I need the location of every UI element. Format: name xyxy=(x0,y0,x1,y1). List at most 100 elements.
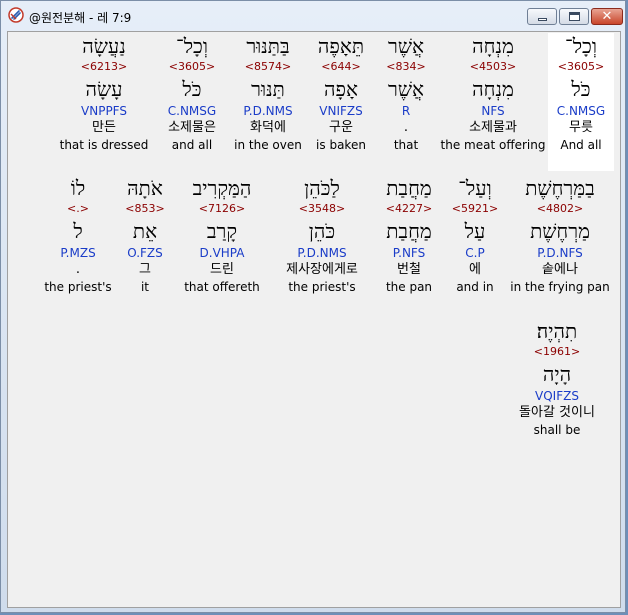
english-gloss: in the frying pan xyxy=(510,280,610,294)
hebrew-word: נַעֲשָׂה xyxy=(82,34,126,58)
maximize-button[interactable] xyxy=(559,8,589,25)
strong-number: <4802> xyxy=(536,202,584,215)
korean-gloss: 소제물과 xyxy=(469,120,517,135)
korean-gloss: 만든 xyxy=(92,120,116,135)
morphology-code: P.NFS xyxy=(392,246,426,260)
english-gloss: the meat offering xyxy=(440,138,546,152)
hebrew-word: לוֹ xyxy=(70,176,86,200)
lemma: מַחֲבַת xyxy=(386,219,432,243)
lemma: קָרַב xyxy=(206,219,238,243)
english-gloss: that is dressed xyxy=(59,138,149,152)
strong-number: <834> xyxy=(386,60,426,73)
bible-app-icon xyxy=(8,7,24,23)
title-bar[interactable]: @원전분해 - 레 7:9 ✕ xyxy=(1,1,627,31)
korean-gloss: 솥에나 xyxy=(542,262,578,277)
word-card[interactable]: נַעֲשָׂה <6213> עָשָׂה VNPPFS 만든 that is… xyxy=(54,33,154,153)
korean-gloss: 구운 xyxy=(329,120,353,135)
word-card[interactable]: מִנְחָה <4503> מִנְחָה NFS 소제물과 the meat… xyxy=(440,33,546,153)
word-card[interactable]: בַמַּרְחֶשֶׁת <4802> מַרְחֶשֶׁת P.D.NFS … xyxy=(504,175,616,295)
english-gloss: shall be xyxy=(533,423,581,437)
morphology-code: VNPPFS xyxy=(81,104,127,118)
word-card[interactable]: הַמַּקְרִיב <7126> קָרַב D.VHPA 드린 that … xyxy=(180,175,264,295)
lemma: ל xyxy=(73,219,83,243)
strong-number: <8574> xyxy=(244,60,292,73)
hebrew-word: לַכֹּהֵן xyxy=(304,176,340,200)
morphology-code: C.P xyxy=(465,246,485,260)
minimize-button[interactable] xyxy=(527,8,557,25)
word-card[interactable]: אֲשֶׁר <834> אֲשֶׁר R . that xyxy=(376,33,436,153)
strong-number: <7126> xyxy=(198,202,246,215)
english-gloss: that xyxy=(393,138,419,152)
morphology-code: NFS xyxy=(481,104,505,118)
hebrew-word: וְכָל־ xyxy=(176,34,208,58)
lemma: מִנְחָה xyxy=(472,77,514,101)
hebrew-word: אֹתָהּ xyxy=(127,176,163,200)
lemma: עַל xyxy=(464,219,486,243)
english-gloss: the pan xyxy=(385,280,433,294)
morphology-code: R xyxy=(401,104,411,118)
word-card[interactable]: תִהְיֶה׃ <1961> הָיָה VQIFZS 돌아갈 것이니 sha… xyxy=(508,318,606,438)
window-title: @원전분해 - 레 7:9 xyxy=(29,11,132,25)
interlinear-panel: וְכָל־ <3605> כֹּל C.NMSG 무릇 And all מִנ… xyxy=(7,31,621,608)
korean-gloss: 제사장에게로 xyxy=(286,262,358,277)
hebrew-word: אֲשֶׁר xyxy=(388,34,424,58)
maximize-icon xyxy=(569,12,580,21)
close-button[interactable]: ✕ xyxy=(591,8,623,25)
lemma: אָפָה xyxy=(324,77,358,101)
korean-gloss: 돌아갈 것이니 xyxy=(519,405,595,420)
strong-number: <4227> xyxy=(385,202,433,215)
hebrew-word: מַחֲבַת xyxy=(386,176,432,200)
english-gloss: And all xyxy=(560,138,602,152)
strong-number: <.> xyxy=(67,202,89,215)
word-card[interactable]: וְעַל־ <5921> עַל C.P 에 and in xyxy=(448,175,502,295)
word-card[interactable]: וְכָל־ <3605> כֹּל C.NMSG 무릇 And all xyxy=(548,33,614,171)
korean-gloss: 무릇 xyxy=(569,120,593,135)
minimize-icon xyxy=(538,18,547,21)
word-card[interactable]: מַחֲבַת <4227> מַחֲבַת P.NFS 번철 the pan xyxy=(374,175,444,295)
morphology-code: P.D.NFS xyxy=(537,246,583,260)
hebrew-word: בַּתַּנּוּר xyxy=(246,34,290,58)
morphology-code: O.FZS xyxy=(127,246,163,260)
strong-number: <5921> xyxy=(451,202,499,215)
morphology-code: D.VHPA xyxy=(199,246,245,260)
lemma: מַרְחֶשֶׁת xyxy=(530,219,590,243)
morphology-code: P.D.NMS xyxy=(297,246,347,260)
hebrew-word: וְעַל־ xyxy=(458,176,492,200)
word-card[interactable]: וְכָל־ <3605> כֹּל C.NMSG 소제물은 and all xyxy=(158,33,226,153)
lemma: תַּנּוּר xyxy=(251,77,285,101)
strong-number: <853> xyxy=(125,202,165,215)
morphology-code: P.D.NMS xyxy=(243,104,293,118)
strong-number: <4503> xyxy=(469,60,517,73)
korean-gloss: 화덕에 xyxy=(250,120,286,135)
morphology-code: P.MZS xyxy=(60,246,96,260)
english-gloss: and all xyxy=(171,138,213,152)
strong-number: <3605> xyxy=(168,60,216,73)
lemma: אֵת xyxy=(132,219,158,243)
korean-gloss: 드린 xyxy=(210,262,234,277)
strong-number: <6213> xyxy=(80,60,128,73)
morphology-code: C.NMSG xyxy=(167,104,217,118)
hebrew-word: מִנְחָה xyxy=(472,34,514,58)
word-card[interactable]: בַּתַּנּוּר <8574> תַּנּוּר P.D.NMS 화덕에 … xyxy=(230,33,306,153)
word-card[interactable]: אֹתָהּ <853> אֵת O.FZS 그 it xyxy=(118,175,172,295)
morphology-code: VNIFZS xyxy=(319,104,363,118)
strong-number: <3605> xyxy=(557,60,605,73)
app-window: @원전분해 - 레 7:9 ✕ וְכָל־ <3605> כֹּל C.NMS… xyxy=(0,0,626,613)
lemma: כֹּל xyxy=(182,77,202,101)
hebrew-word: בַמַּרְחֶשֶׁת xyxy=(525,176,595,200)
strong-number: <1961> xyxy=(533,345,581,358)
english-gloss: and in xyxy=(456,280,494,294)
word-card[interactable]: לוֹ <.> ל P.MZS . the priest's xyxy=(42,175,114,295)
word-card[interactable]: תֵּאָפֶה <644> אָפָה VNIFZS 구운 is baken xyxy=(308,33,374,153)
hebrew-word: הַמַּקְרִיב xyxy=(192,176,252,200)
morphology-code: VQIFZS xyxy=(535,389,579,403)
korean-gloss: . xyxy=(75,262,81,277)
strong-number: <644> xyxy=(321,60,361,73)
word-card[interactable]: לַכֹּהֵן <3548> כֹּהֵן P.D.NMS 제사장에게로 th… xyxy=(272,175,372,295)
english-gloss: the priest's xyxy=(288,280,356,294)
lemma: עָשָׂה xyxy=(85,77,123,101)
korean-gloss: 소제물은 xyxy=(168,120,216,135)
strong-number: <3548> xyxy=(298,202,346,215)
english-gloss: it xyxy=(140,280,150,294)
hebrew-word: וְכָל־ xyxy=(565,34,597,58)
